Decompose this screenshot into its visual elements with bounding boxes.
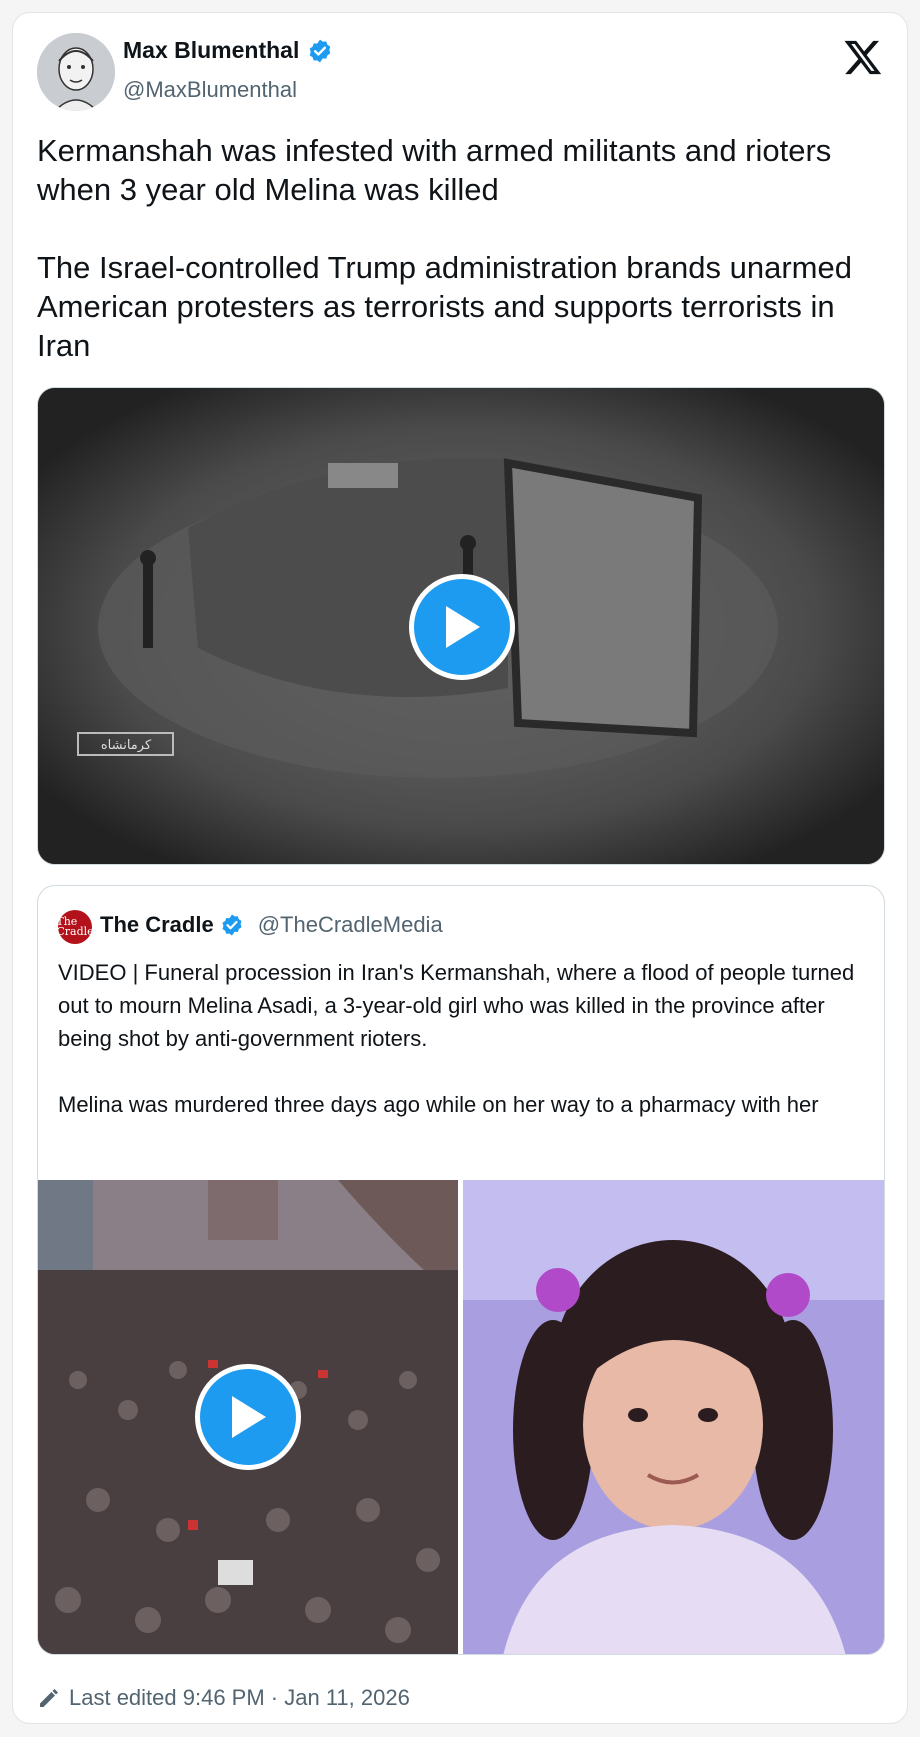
- edit-pencil-icon: [40, 1689, 58, 1707]
- quoted-tweet-text: VIDEO | Funeral procession in Iran's Ker…: [58, 960, 855, 1117]
- author-avatar[interactable]: [37, 33, 115, 111]
- quoted-avatar[interactable]: The Cradle: [56, 910, 94, 944]
- play-button[interactable]: [195, 1364, 301, 1470]
- video-watermark: کرمانشاه: [101, 738, 152, 753]
- tweet-text: Kermanshah was infested with armed milit…: [37, 133, 852, 363]
- author-handle[interactable]: @MaxBlumenthal: [123, 77, 297, 103]
- play-button[interactable]: [409, 574, 515, 680]
- tweet-card: Max Blumenthal @MaxBlumenthal Kermanshah…: [12, 12, 908, 1724]
- play-icon: [446, 606, 480, 648]
- quoted-author[interactable]: The Cradle @TheCradleMedia: [100, 912, 443, 938]
- x-logo-icon[interactable]: [843, 37, 883, 77]
- author-name[interactable]: Max Blumenthal: [123, 37, 333, 64]
- verified-badge-icon: [310, 39, 331, 62]
- play-icon: [232, 1396, 266, 1438]
- verified-badge-icon: [222, 914, 242, 936]
- quoted-author-name[interactable]: The Cradle: [100, 912, 214, 938]
- author-name-text[interactable]: Max Blumenthal: [123, 37, 299, 64]
- girl-photo: [463, 1180, 884, 1654]
- quoted-author-handle[interactable]: @TheCradleMedia: [258, 912, 443, 938]
- last-edited-timestamp[interactable]: Last edited 9:46 PM · Jan 11, 2026: [69, 1685, 410, 1711]
- quoted-tweet[interactable]: The Cradle The Cradle @TheCradleMedia VI…: [37, 885, 885, 1655]
- video-player[interactable]: کرمانشاه: [37, 387, 885, 865]
- quoted-video[interactable]: [38, 1180, 458, 1654]
- quoted-photo[interactable]: [463, 1180, 884, 1654]
- tweet-footer: Last edited 9:46 PM · Jan 11, 2026: [37, 1685, 410, 1711]
